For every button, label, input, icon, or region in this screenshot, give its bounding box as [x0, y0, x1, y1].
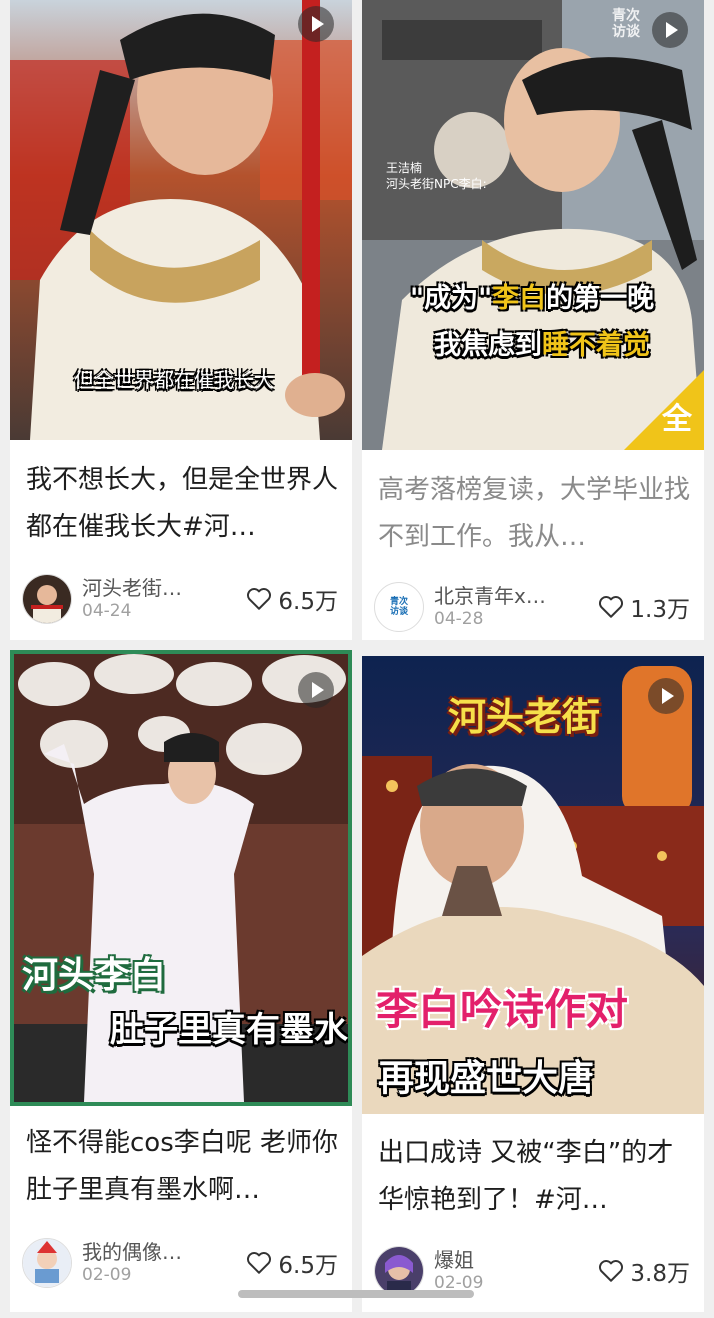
- video-thumbnail[interactable]: 青次 访谈 王洁楠 河头老街NPC李白: "成为"李白的第一晚 我焦虑到睡不着觉…: [362, 0, 704, 450]
- full-badge: 全: [662, 402, 692, 437]
- overlay-headline-1: 李白吟诗作对: [376, 985, 629, 1034]
- like-button[interactable]: 6.5万: [246, 582, 338, 616]
- play-icon[interactable]: [652, 12, 688, 48]
- avatar[interactable]: [374, 1246, 424, 1296]
- feed-card-1[interactable]: 但全世界都在催我长大 我不想长大，但是全世界人都在催我长大#河… 河头老街… 0…: [10, 0, 352, 640]
- like-count: 1.3万: [630, 597, 690, 623]
- card-meta: 我的偶像… 02-09 6.5万: [22, 1236, 338, 1290]
- play-icon[interactable]: [648, 678, 684, 714]
- play-icon[interactable]: [298, 6, 334, 42]
- card-title[interactable]: 出口成诗 又被“李白”的才华惊艳到了！#河…: [378, 1130, 690, 1224]
- post-date: 02-09: [82, 1265, 132, 1285]
- card-title[interactable]: 我不想长大，但是全世界人都在催我长大#河…: [26, 457, 338, 551]
- overlay-headline-2: 再现盛世大唐: [378, 1058, 595, 1099]
- card-title[interactable]: 高考落榜复读，大学毕业找不到工作。我从…: [378, 467, 690, 561]
- overlay-headline-2: 我焦虑到睡不着觉: [434, 330, 650, 361]
- avatar[interactable]: [22, 1238, 72, 1288]
- card-meta: 青次 访谈 北京青年x… 04-28 1.3万: [374, 580, 690, 634]
- like-button[interactable]: 3.8万: [598, 1254, 690, 1288]
- video-thumbnail[interactable]: 河头老街 李白吟诗作对 再现盛世大唐: [362, 656, 704, 1114]
- feed-card-4[interactable]: 河头老街 李白吟诗作对 再现盛世大唐 出口成诗 又被“李白”的才华惊艳到了！#河…: [362, 656, 704, 1312]
- card-meta: 河头老街… 04-24 6.5万: [22, 572, 338, 626]
- like-button[interactable]: 6.5万: [246, 1246, 338, 1280]
- overlay-headline-1: "成为"李白的第一晚: [410, 283, 655, 314]
- like-button[interactable]: 1.3万: [598, 590, 690, 624]
- channel-logo: 青次 访谈: [612, 8, 640, 40]
- feed-card-2[interactable]: 青次 访谈 王洁楠 河头老街NPC李白: "成为"李白的第一晚 我焦虑到睡不着觉…: [362, 0, 704, 640]
- overlay-small-text: 王洁楠 河头老街NPC李白:: [386, 161, 487, 191]
- thumbnail-image: [362, 0, 704, 450]
- like-count: 6.5万: [278, 589, 338, 615]
- author-name[interactable]: 河头老街…: [82, 572, 182, 601]
- video-thumbnail[interactable]: 但全世界都在催我长大: [10, 0, 352, 440]
- like-count: 6.5万: [278, 1253, 338, 1279]
- video-thumbnail[interactable]: 河头李白 肚子里真有墨水: [10, 650, 352, 1106]
- heart-icon: [599, 1260, 624, 1282]
- like-count: 3.8万: [630, 1261, 690, 1287]
- video-caption: 但全世界都在催我长大: [74, 368, 274, 392]
- feed-card-3[interactable]: 河头李白 肚子里真有墨水 怪不得能cos李白呢 老师你肚子里真有墨水啊… 我的偶…: [10, 650, 352, 1312]
- author-name[interactable]: 爆姐: [434, 1244, 474, 1273]
- heart-icon: [599, 596, 624, 618]
- avatar[interactable]: 青次 访谈: [374, 582, 424, 632]
- home-indicator[interactable]: [238, 1290, 474, 1298]
- post-date: 04-28: [434, 609, 484, 629]
- heart-icon: [247, 1252, 272, 1274]
- overlay-headline-2: 肚子里真有墨水: [110, 1010, 348, 1050]
- post-date: 04-24: [82, 601, 132, 621]
- overlay-headline-1: 河头李白: [22, 955, 167, 996]
- heart-icon: [247, 588, 272, 610]
- overlay-title: 河头老街: [448, 695, 601, 739]
- author-name[interactable]: 我的偶像…: [82, 1236, 182, 1265]
- card-title[interactable]: 怪不得能cos李白呢 老师你肚子里真有墨水啊…: [26, 1120, 338, 1214]
- play-icon[interactable]: [298, 672, 334, 708]
- author-name[interactable]: 北京青年x…: [434, 580, 546, 609]
- avatar[interactable]: [22, 574, 72, 624]
- avatar-logo: 青次 访谈: [389, 597, 408, 617]
